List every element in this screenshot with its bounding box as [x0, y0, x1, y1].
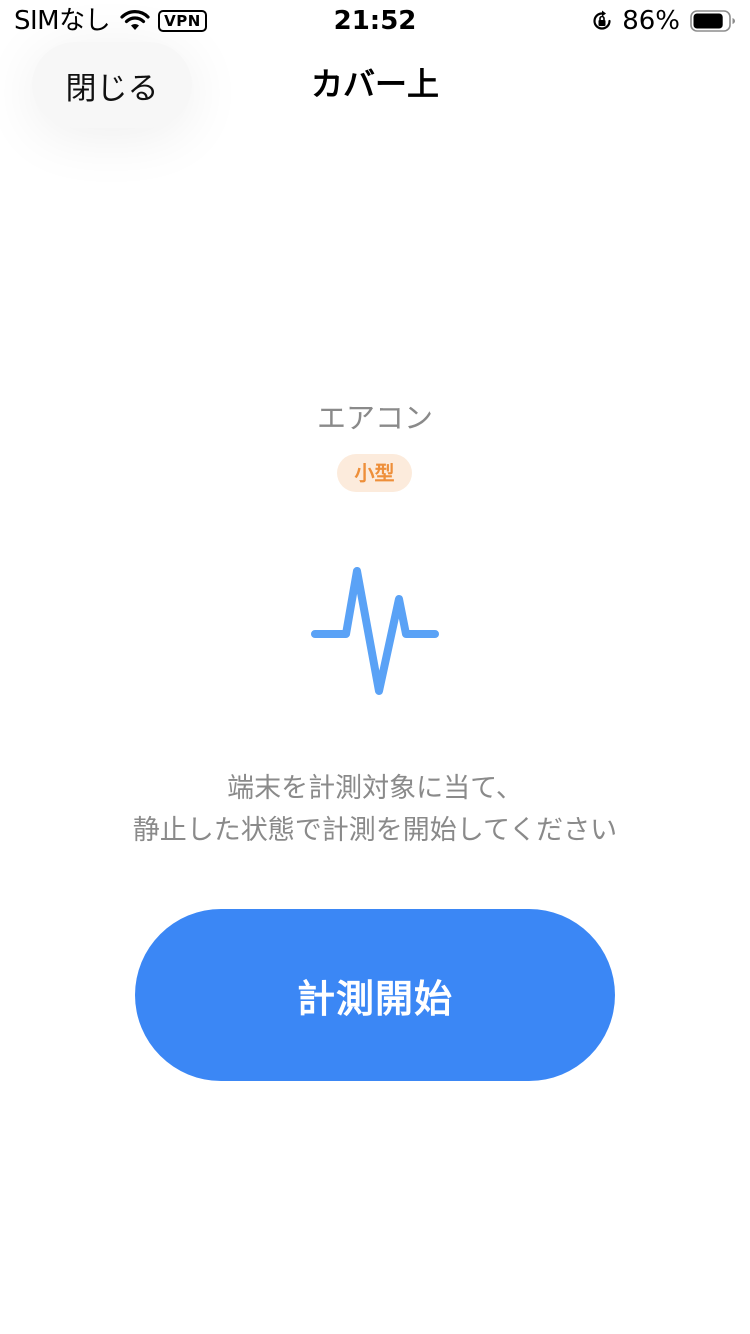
pulse-icon	[311, 567, 439, 695]
start-measurement-button[interactable]: 計測開始	[135, 909, 615, 1081]
device-name: エアコン	[316, 401, 433, 435]
instruction-text: 端末を計測対象に当て、 静止した状態で計測を開始してください	[0, 768, 750, 852]
status-bar: SIMなし VPN 21:52 86%	[0, 0, 750, 42]
battery-percent: 86%	[622, 6, 680, 36]
battery-icon	[690, 10, 735, 32]
instruction-line-1: 端末を計測対象に当て、	[227, 773, 523, 804]
rotation-lock-icon	[593, 10, 611, 30]
status-bar-right: 86%	[590, 6, 736, 36]
instruction-line-2: 静止した状態で計測を開始してください	[132, 815, 618, 846]
size-badge: 小型	[337, 454, 412, 492]
page-title: カバー上	[310, 65, 439, 103]
